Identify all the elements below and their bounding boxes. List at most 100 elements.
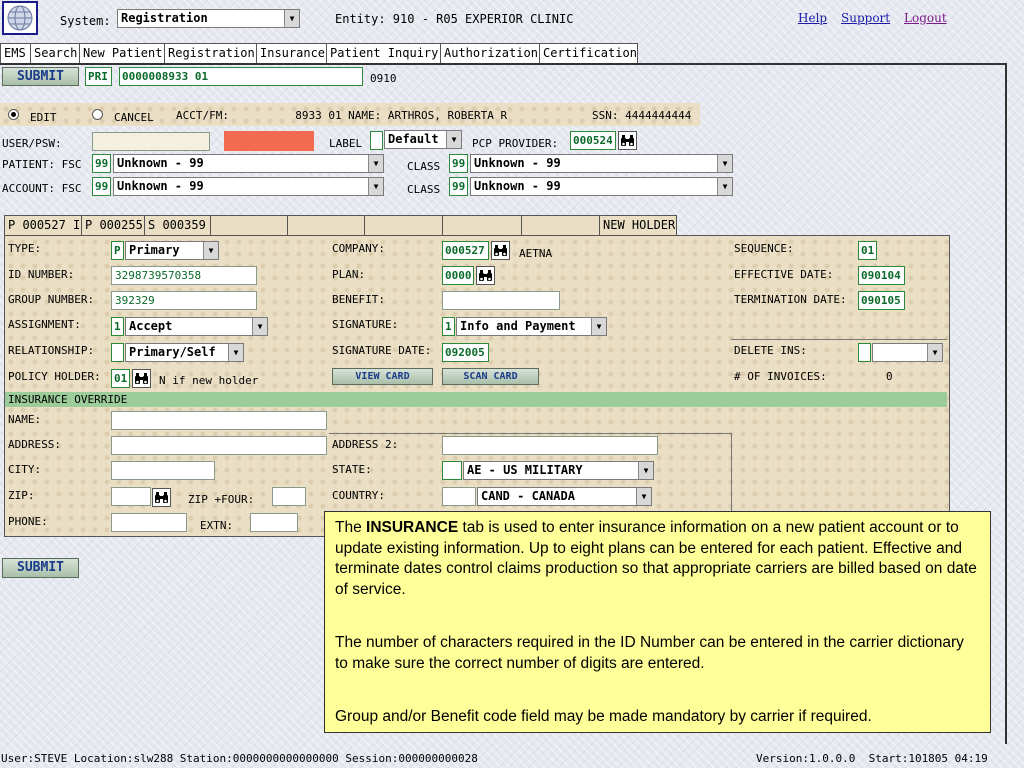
- signature-date-field[interactable]: 092005: [442, 343, 489, 362]
- ins-tab-s-000359[interactable]: S 000359: [144, 215, 211, 236]
- password-field[interactable]: [224, 131, 314, 151]
- cancel-radio[interactable]: [92, 109, 103, 120]
- override-title: INSURANCE OVERRIDE: [8, 393, 128, 406]
- help-link[interactable]: Help: [798, 11, 827, 25]
- callout-paragraph-1: The INSURANCE tab is used to enter insur…: [335, 519, 977, 598]
- type-code[interactable]: P: [111, 241, 124, 260]
- tab-authorization[interactable]: Authorization: [440, 43, 540, 64]
- override-zip4-field[interactable]: [272, 487, 306, 506]
- override-phone-field[interactable]: [111, 513, 187, 532]
- user-field[interactable]: [92, 132, 210, 151]
- override-phone-label: PHONE:: [8, 515, 48, 528]
- relationship-select[interactable]: Primary/Self ▼: [125, 343, 244, 362]
- help-callout: The INSURANCE tab is used to enter insur…: [324, 511, 991, 733]
- policy-holder-lookup-button[interactable]: [132, 369, 151, 388]
- patient-class-code[interactable]: 99: [449, 154, 468, 173]
- assignment-select[interactable]: Accept ▼: [125, 317, 268, 336]
- tab-certification[interactable]: Certification: [539, 43, 638, 64]
- tab-registration[interactable]: Registration: [164, 43, 257, 64]
- ins-tab-empty-1[interactable]: [210, 215, 288, 236]
- sequence-field[interactable]: 01: [858, 241, 877, 260]
- id-number-field[interactable]: 3298739570358: [111, 266, 257, 285]
- ins-tab-new-holder[interactable]: NEW HOLDER: [599, 215, 677, 236]
- override-address-field[interactable]: [111, 436, 327, 455]
- company-lookup-button[interactable]: [491, 241, 510, 260]
- submit-button-top[interactable]: SUBMIT: [2, 67, 79, 86]
- override-state-value: AE - US MILITARY: [467, 463, 583, 477]
- benefit-field[interactable]: [442, 291, 560, 310]
- account-fsc-code[interactable]: 99: [92, 177, 111, 196]
- override-address-label: ADDRESS:: [8, 438, 61, 451]
- override-name-field[interactable]: [111, 411, 327, 430]
- policy-holder-field[interactable]: 01: [111, 369, 130, 388]
- patient-fsc-code[interactable]: 99: [92, 154, 111, 173]
- assignment-code[interactable]: 1: [111, 317, 124, 336]
- group-number-field[interactable]: 392329: [111, 291, 257, 310]
- label-select[interactable]: Default ▼: [384, 130, 462, 149]
- account-class-code[interactable]: 99: [449, 177, 468, 196]
- signature-select[interactable]: Info and Payment ▼: [456, 317, 607, 336]
- plan-field[interactable]: 0000: [442, 266, 474, 285]
- invoices-label: # OF INVOICES:: [734, 370, 827, 383]
- account-fsc-select[interactable]: Unknown - 99 ▼: [113, 177, 384, 196]
- company-code-field[interactable]: 000527: [442, 241, 489, 260]
- override-extn-label: EXTN:: [200, 519, 234, 532]
- callout-paragraph-3: Group and/or Benefit code field may be m…: [335, 708, 872, 725]
- override-country-code[interactable]: [442, 487, 476, 506]
- label-code-field[interactable]: [370, 131, 383, 150]
- delete-ins-code[interactable]: [858, 343, 871, 362]
- tab-ems[interactable]: EMS: [0, 43, 31, 64]
- type-select[interactable]: Primary ▼: [125, 241, 219, 260]
- acct-fm-info: ACCT/FM: 8933 01 NAME: ARTHROS, ROBERTA …: [176, 109, 508, 122]
- ins-tab-empty-4[interactable]: [442, 215, 522, 236]
- effective-date-field[interactable]: 090104: [858, 266, 905, 285]
- binoculars-icon: [494, 245, 507, 256]
- submit-button-bottom[interactable]: SUBMIT: [2, 558, 79, 578]
- patient-fsc-select[interactable]: Unknown - 99 ▼: [113, 154, 384, 173]
- support-link[interactable]: Support: [841, 11, 890, 25]
- delete-ins-select[interactable]: ▼: [872, 343, 943, 362]
- zip-lookup-button[interactable]: [152, 488, 171, 507]
- ins-tab-empty-3[interactable]: [364, 215, 443, 236]
- override-country-label: COUNTRY:: [332, 489, 385, 502]
- panel-divider: [731, 339, 947, 340]
- ins-tab-empty-5[interactable]: [521, 215, 600, 236]
- tab-search[interactable]: Search: [30, 43, 80, 64]
- signature-code[interactable]: 1: [442, 317, 455, 336]
- override-zip-field[interactable]: [111, 487, 151, 506]
- tab-patient-inquiry[interactable]: Patient Inquiry: [326, 43, 441, 64]
- tab-insurance[interactable]: Insurance: [256, 43, 327, 64]
- pri-indicator: PRI: [85, 67, 112, 86]
- delete-ins-label: DELETE INS:: [734, 344, 807, 357]
- type-label: TYPE:: [8, 242, 42, 255]
- chevron-down-icon: ▼: [638, 462, 653, 479]
- override-extn-field[interactable]: [250, 513, 298, 532]
- view-card-button[interactable]: VIEW CARD: [332, 368, 433, 385]
- ins-tab-p-000255[interactable]: P 000255: [81, 215, 145, 236]
- termination-date-field[interactable]: 090105: [858, 291, 905, 310]
- user-psw-label: USER/PSW:: [2, 137, 62, 150]
- ins-tab-empty-2[interactable]: [287, 215, 365, 236]
- override-state-code[interactable]: [442, 461, 462, 480]
- account-class-select[interactable]: Unknown - 99 ▼: [470, 177, 733, 196]
- scan-card-button[interactable]: SCAN CARD: [442, 368, 539, 385]
- ins-tab-p-000527[interactable]: P 000527 I: [4, 215, 82, 236]
- status-session-info: User:STEVE Location:slw288 Station:00000…: [1, 752, 478, 765]
- override-address2-field[interactable]: [442, 436, 658, 455]
- override-name-label: NAME:: [8, 413, 42, 426]
- chevron-down-icon: ▼: [203, 242, 218, 259]
- override-country-select[interactable]: CAND - CANADA ▼: [477, 487, 652, 506]
- edit-radio[interactable]: [8, 109, 19, 120]
- account-number-field[interactable]: 0000008933 01: [119, 67, 363, 86]
- override-city-field[interactable]: [111, 461, 215, 480]
- override-state-select[interactable]: AE - US MILITARY ▼: [463, 461, 654, 480]
- plan-label: PLAN:: [332, 268, 366, 281]
- pcp-lookup-button[interactable]: [618, 131, 637, 150]
- tab-new-patient[interactable]: New Patient: [79, 43, 165, 64]
- pcp-provider-field[interactable]: 000524: [570, 131, 616, 150]
- plan-lookup-button[interactable]: [476, 266, 495, 285]
- logout-link[interactable]: Logout: [904, 11, 947, 25]
- relationship-code[interactable]: [111, 343, 124, 362]
- system-select[interactable]: Registration ▼: [117, 9, 300, 28]
- patient-class-select[interactable]: Unknown - 99 ▼: [470, 154, 733, 173]
